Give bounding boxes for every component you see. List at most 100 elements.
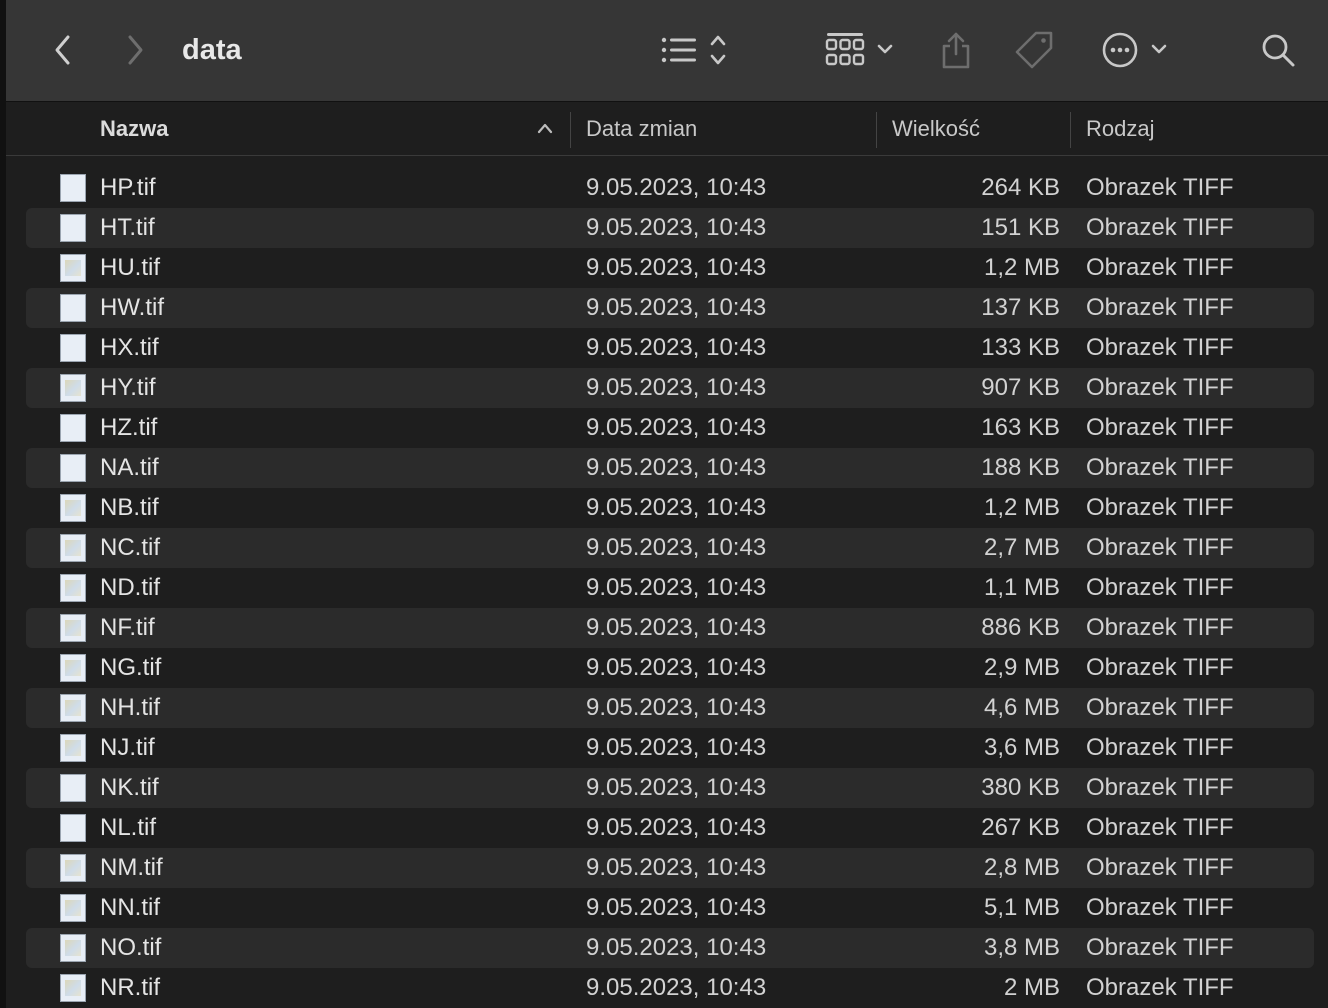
file-name: NO.tif — [100, 934, 162, 961]
group-button[interactable] — [824, 26, 904, 74]
file-row[interactable]: NG.tif 9.05.2023, 10:43 2,9 MB Obrazek TIFF — [26, 648, 1314, 688]
column-date-header[interactable]: Data zmian — [586, 114, 697, 144]
file-row[interactable]: HW.tif 9.05.2023, 10:43 137 KB Obrazek TIFF — [26, 288, 1314, 328]
chevron-right-icon — [128, 35, 143, 65]
file-row[interactable]: HY.tif 9.05.2023, 10:43 907 KB Obrazek TIFF — [26, 368, 1314, 408]
file-kind: Obrazek TIFF — [1086, 334, 1234, 361]
more-icon — [1102, 32, 1167, 68]
tag-button[interactable] — [1012, 26, 1056, 74]
file-name: HY.tif — [100, 374, 156, 401]
file-row[interactable]: HU.tif 9.05.2023, 10:43 1,2 MB Obrazek TIFF — [26, 248, 1314, 288]
file-kind: Obrazek TIFF — [1086, 174, 1234, 201]
file-row[interactable]: NA.tif 9.05.2023, 10:43 188 KB Obrazek TIFF — [26, 448, 1314, 488]
file-name: NJ.tif — [100, 734, 155, 761]
chevron-left-icon — [55, 35, 70, 65]
file-row[interactable]: NB.tif 9.05.2023, 10:43 1,2 MB Obrazek TIFF — [26, 488, 1314, 528]
tiff-file-icon — [60, 494, 86, 522]
view-options-button[interactable] — [656, 26, 736, 74]
file-row[interactable]: NO.tif 9.05.2023, 10:43 3,8 MB Obrazek TIFF — [26, 928, 1314, 968]
tiff-file-icon — [60, 734, 86, 762]
file-kind: Obrazek TIFF — [1086, 614, 1234, 641]
tiff-file-icon — [60, 774, 86, 802]
more-actions-button[interactable] — [1100, 26, 1180, 74]
column-divider[interactable] — [1070, 112, 1071, 148]
column-divider[interactable] — [876, 112, 877, 148]
list-view-icon — [661, 35, 726, 65]
file-row[interactable]: NJ.tif 9.05.2023, 10:43 3,6 MB Obrazek TIFF — [26, 728, 1314, 768]
file-date: 9.05.2023, 10:43 — [586, 454, 767, 481]
tiff-file-icon — [60, 654, 86, 682]
file-row[interactable]: HP.tif 9.05.2023, 10:43 264 KB Obrazek TIFF — [26, 168, 1314, 208]
file-date: 9.05.2023, 10:43 — [586, 174, 767, 201]
tiff-file-icon — [60, 294, 86, 322]
file-size: 133 KB — [981, 334, 1060, 361]
file-row[interactable]: NL.tif 9.05.2023, 10:43 267 KB Obrazek TIFF — [26, 808, 1314, 848]
file-kind: Obrazek TIFF — [1086, 894, 1234, 921]
file-row[interactable]: ND.tif 9.05.2023, 10:43 1,1 MB Obrazek TIFF — [26, 568, 1314, 608]
sort-ascending-icon — [537, 123, 553, 134]
file-kind: Obrazek TIFF — [1086, 574, 1234, 601]
group-grid-icon — [825, 33, 893, 66]
file-list: HP.tif 9.05.2023, 10:43 264 KB Obrazek TIFF… — [6, 168, 1328, 1008]
column-name-header[interactable]: Nazwa — [100, 114, 168, 144]
tiff-file-icon — [60, 214, 86, 242]
search-icon — [1262, 34, 1295, 67]
file-size: 2,9 MB — [983, 654, 1060, 681]
column-size-header[interactable]: Wielkość — [892, 114, 980, 144]
tiff-file-icon — [60, 694, 86, 722]
file-kind: Obrazek TIFF — [1086, 654, 1234, 681]
file-name: NH.tif — [100, 694, 160, 721]
file-kind: Obrazek TIFF — [1086, 854, 1234, 881]
file-date: 9.05.2023, 10:43 — [586, 734, 767, 761]
file-name: HZ.tif — [100, 414, 158, 441]
file-row[interactable]: NM.tif 9.05.2023, 10:43 2,8 MB Obrazek TIFF — [26, 848, 1314, 888]
file-row[interactable]: NK.tif 9.05.2023, 10:43 380 KB Obrazek TIFF — [26, 768, 1314, 808]
file-size: 151 KB — [981, 214, 1060, 241]
tiff-file-icon — [60, 534, 86, 562]
file-date: 9.05.2023, 10:43 — [586, 534, 767, 561]
tiff-file-icon — [60, 814, 86, 842]
file-kind: Obrazek TIFF — [1086, 934, 1234, 961]
file-row[interactable]: NC.tif 9.05.2023, 10:43 2,7 MB Obrazek TIFF — [26, 528, 1314, 568]
tiff-file-icon — [60, 574, 86, 602]
file-size: 264 KB — [981, 174, 1060, 201]
column-kind-header[interactable]: Rodzaj — [1086, 114, 1154, 144]
file-row[interactable]: NR.tif 9.05.2023, 10:43 2 MB Obrazek TIFF — [26, 968, 1314, 1008]
file-name: HT.tif — [100, 214, 155, 241]
file-date: 9.05.2023, 10:43 — [586, 814, 767, 841]
file-name: NA.tif — [100, 454, 159, 481]
tiff-file-icon — [60, 454, 86, 482]
file-name: HW.tif — [100, 294, 164, 321]
file-row[interactable]: NF.tif 9.05.2023, 10:43 886 KB Obrazek TIFF — [26, 608, 1314, 648]
file-row[interactable]: NH.tif 9.05.2023, 10:43 4,6 MB Obrazek TIFF — [26, 688, 1314, 728]
file-name: NN.tif — [100, 894, 160, 921]
file-name: NF.tif — [100, 614, 155, 641]
file-kind: Obrazek TIFF — [1086, 454, 1234, 481]
column-divider[interactable] — [570, 112, 571, 148]
file-size: 5,1 MB — [983, 894, 1060, 921]
file-name: HP.tif — [100, 174, 156, 201]
search-button[interactable] — [1258, 26, 1298, 74]
file-name: NG.tif — [100, 654, 162, 681]
file-date: 9.05.2023, 10:43 — [586, 894, 767, 921]
file-date: 9.05.2023, 10:43 — [586, 374, 767, 401]
file-kind: Obrazek TIFF — [1086, 414, 1234, 441]
file-row[interactable]: NN.tif 9.05.2023, 10:43 5,1 MB Obrazek TIFF — [26, 888, 1314, 928]
share-button[interactable] — [936, 26, 976, 74]
file-name: HU.tif — [100, 254, 160, 281]
tiff-file-icon — [60, 614, 86, 642]
file-date: 9.05.2023, 10:43 — [586, 854, 767, 881]
file-size: 2 MB — [1003, 974, 1060, 1001]
file-row[interactable]: HT.tif 9.05.2023, 10:43 151 KB Obrazek TIFF — [26, 208, 1314, 248]
file-size: 380 KB — [981, 774, 1060, 801]
file-name: NL.tif — [100, 814, 157, 841]
file-row[interactable]: HX.tif 9.05.2023, 10:43 133 KB Obrazek TIFF — [26, 328, 1314, 368]
file-date: 9.05.2023, 10:43 — [586, 254, 767, 281]
forward-button[interactable] — [118, 26, 152, 74]
file-size: 1,2 MB — [983, 494, 1060, 521]
file-date: 9.05.2023, 10:43 — [586, 574, 767, 601]
file-kind: Obrazek TIFF — [1086, 694, 1234, 721]
tiff-file-icon — [60, 974, 86, 1002]
back-button[interactable] — [46, 26, 80, 74]
file-row[interactable]: HZ.tif 9.05.2023, 10:43 163 KB Obrazek TIFF — [26, 408, 1314, 448]
